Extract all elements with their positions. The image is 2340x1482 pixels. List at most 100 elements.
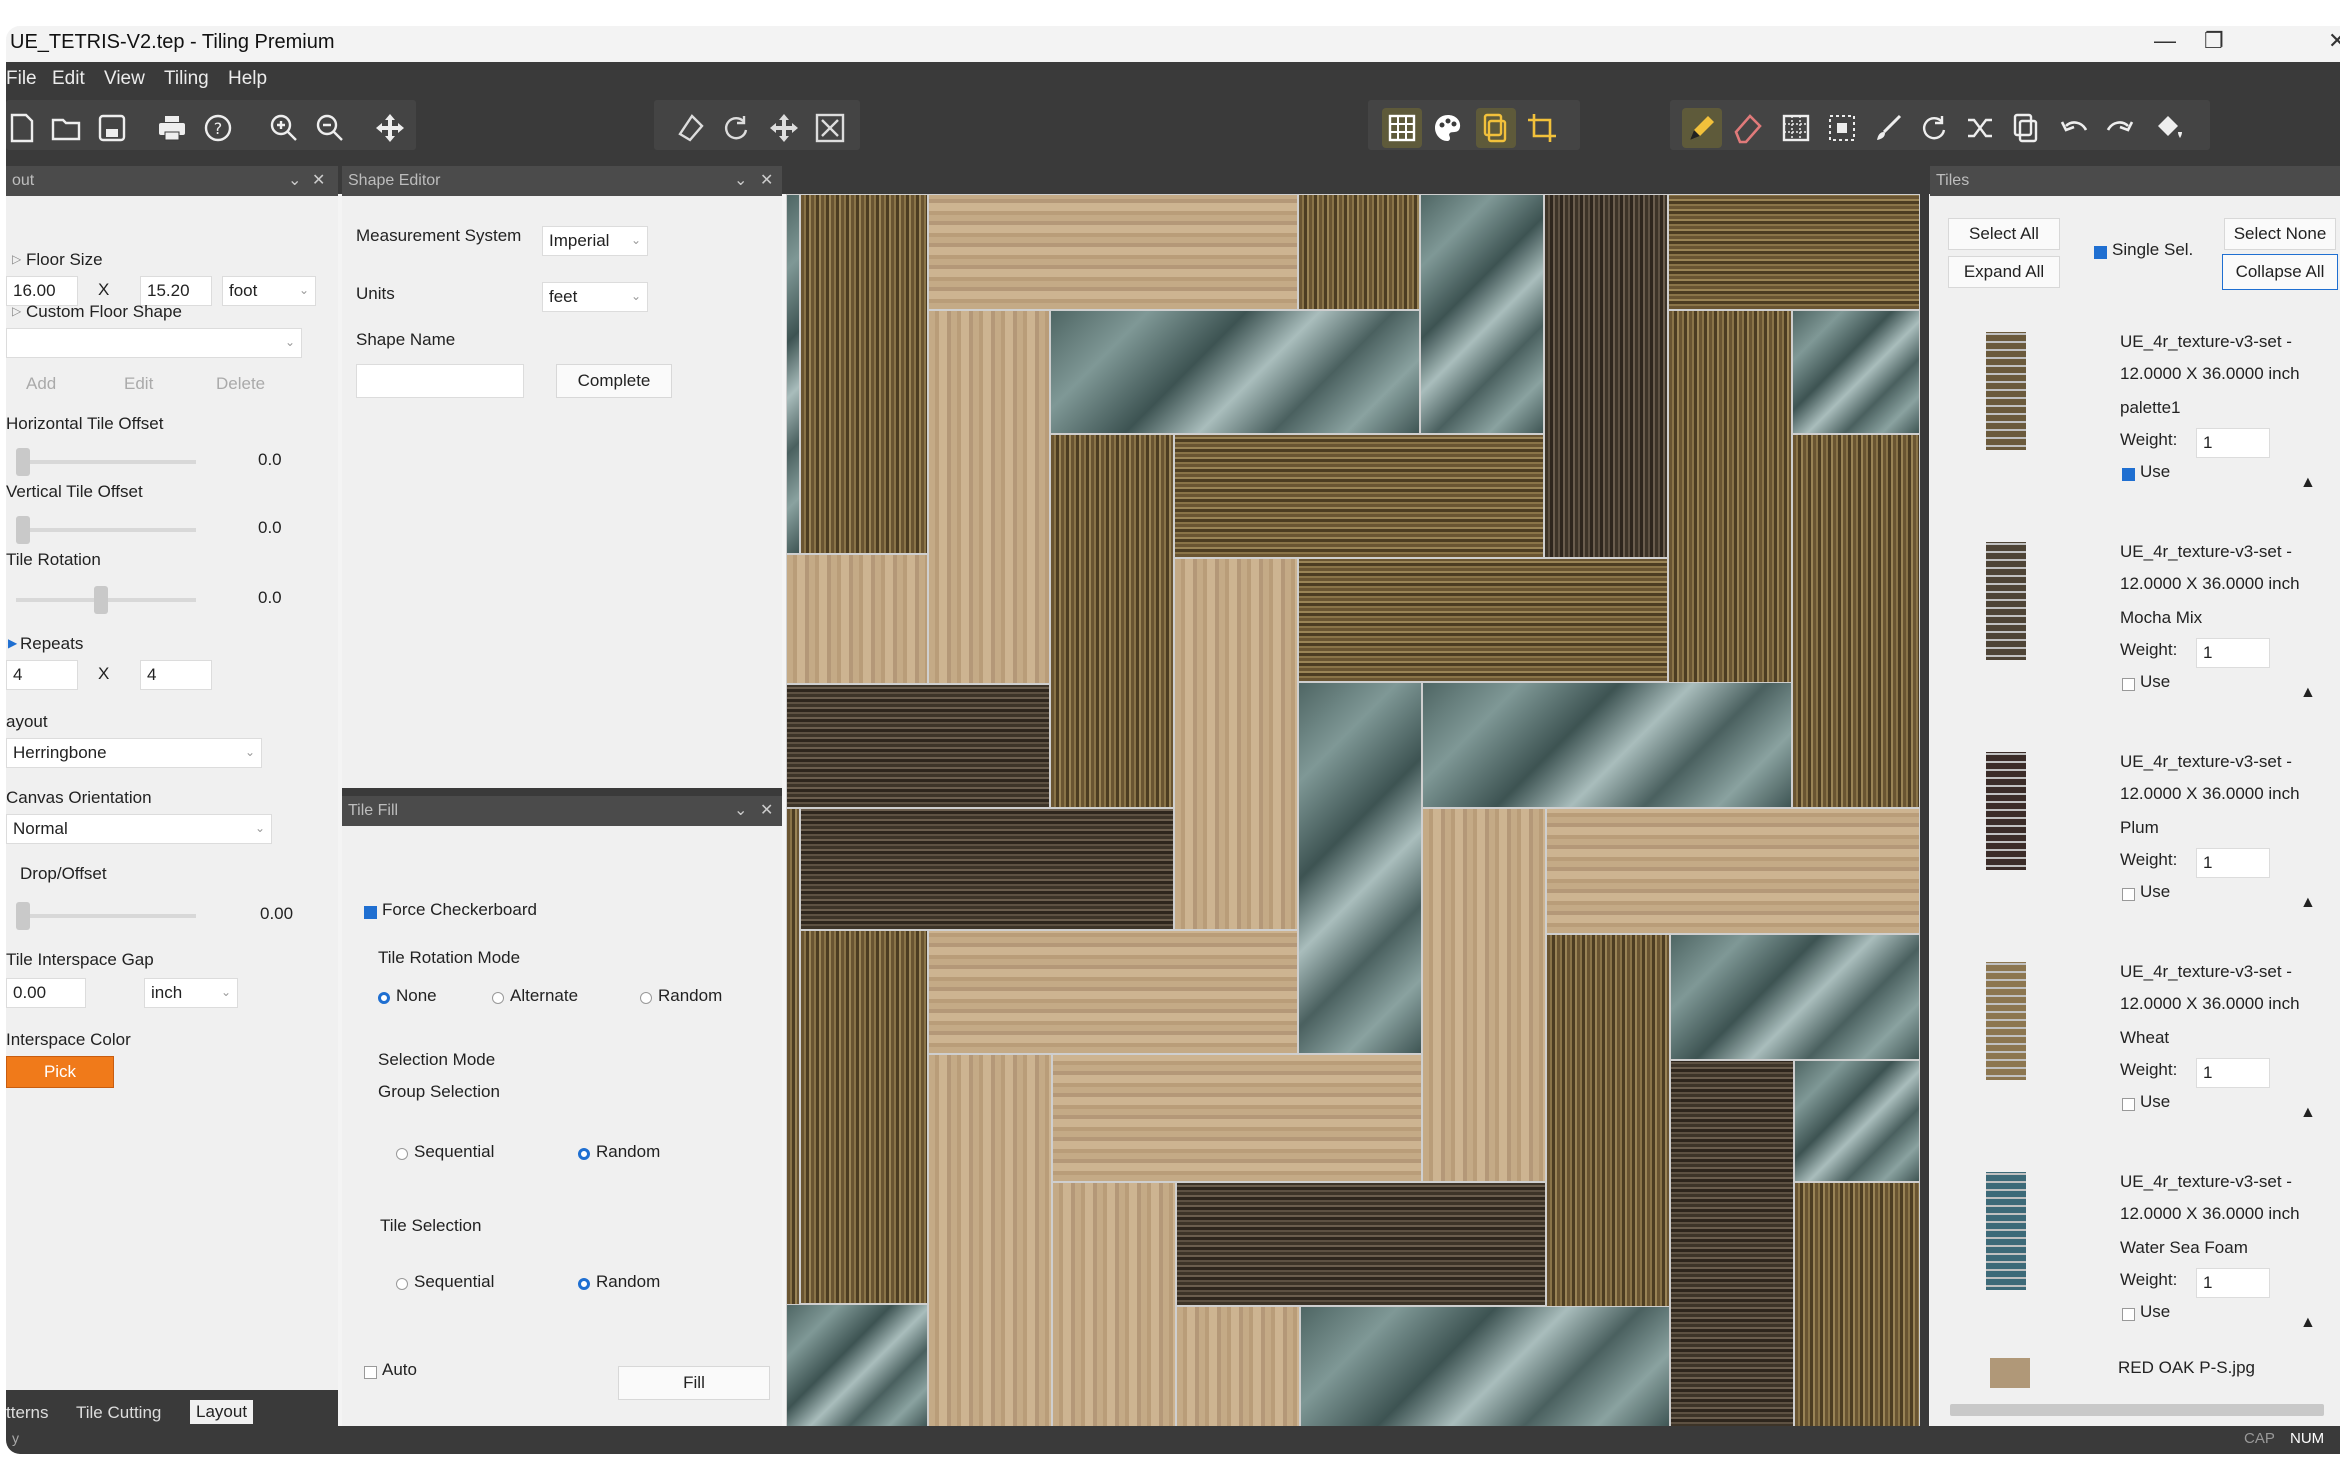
- close-icon[interactable]: ✕: [312, 170, 325, 190]
- interspace-gap-input[interactable]: 0.00: [6, 978, 86, 1008]
- tab-tile-cutting[interactable]: Tile Cutting: [76, 1403, 161, 1423]
- menu-view[interactable]: View: [104, 68, 145, 90]
- shape-name-input[interactable]: [356, 364, 524, 398]
- menu-file[interactable]: File: [6, 68, 37, 90]
- auto-checkbox[interactable]: [364, 1366, 377, 1379]
- pin-icon[interactable]: ⌄: [288, 170, 301, 190]
- tile-list-item[interactable]: UE_4r_texture-v3-set - 12.0000 X 36.0000 …: [1930, 752, 2340, 952]
- pan-icon[interactable]: [764, 108, 804, 148]
- redo-rotate-icon[interactable]: [1914, 108, 1954, 148]
- duplicate-icon[interactable]: [2006, 108, 2046, 148]
- drop-offset-slider[interactable]: [16, 902, 30, 930]
- close-icon[interactable]: ✕: [760, 170, 773, 190]
- collapse-icon[interactable]: ▷: [12, 252, 21, 266]
- gap-unit-select[interactable]: inch ⌄: [144, 978, 238, 1008]
- group-random-radio[interactable]: [578, 1148, 590, 1160]
- restore-icon[interactable]: ❐: [2204, 28, 2224, 54]
- help-icon[interactable]: ?: [198, 108, 238, 148]
- shuffle-icon[interactable]: [1960, 108, 2000, 148]
- units-select[interactable]: feet ⌄: [542, 282, 648, 312]
- zoom-in-icon[interactable]: [264, 108, 304, 148]
- weight-input[interactable]: 1: [2196, 848, 2270, 878]
- floor-unit-select[interactable]: foot ⌄: [222, 276, 316, 306]
- eraser-icon[interactable]: [1728, 108, 1768, 148]
- use-checkbox[interactable]: [2122, 1308, 2135, 1321]
- tile-list-item[interactable]: UE_4r_texture-v3-set - 12.0000 X 36.0000 …: [1930, 332, 2340, 532]
- canvas-orientation-select[interactable]: Normal ⌄: [6, 814, 272, 844]
- menu-help[interactable]: Help: [228, 68, 267, 90]
- copy-icon[interactable]: [1476, 108, 1516, 148]
- delete-shape-button[interactable]: Delete: [216, 374, 265, 394]
- complete-button[interactable]: Complete: [556, 364, 672, 398]
- single-select-checkbox[interactable]: [2094, 246, 2107, 259]
- select-all-button[interactable]: Select All: [1948, 218, 2060, 250]
- tile-thumbnail[interactable]: [1986, 542, 2026, 660]
- tile-thumbnail[interactable]: [1986, 332, 2026, 450]
- crop-icon[interactable]: [1522, 108, 1562, 148]
- redo-icon[interactable]: [2100, 108, 2140, 148]
- fill-button[interactable]: Fill: [618, 1366, 770, 1400]
- grid-icon[interactable]: [1382, 108, 1422, 148]
- move-up-icon[interactable]: ▲: [2300, 1104, 2316, 1122]
- layout-select[interactable]: Herringbone ⌄: [6, 738, 262, 768]
- tiling-canvas[interactable]: [786, 194, 1929, 1452]
- save-icon[interactable]: [92, 108, 132, 148]
- tile-thumbnail[interactable]: [1986, 962, 2026, 1080]
- rotation-random-radio[interactable]: [640, 992, 652, 1004]
- use-checkbox[interactable]: [2122, 888, 2135, 901]
- vertical-offset-slider[interactable]: [16, 516, 30, 544]
- weight-input[interactable]: 1: [2196, 1058, 2270, 1088]
- minimize-icon[interactable]: —: [2154, 28, 2176, 54]
- tile-random-radio[interactable]: [578, 1278, 590, 1290]
- close-icon[interactable]: ✕: [2328, 28, 2340, 54]
- expand-icon[interactable]: ▶: [8, 636, 17, 650]
- repeats-y-input[interactable]: 4: [140, 660, 212, 690]
- pencil-icon[interactable]: [1682, 108, 1722, 148]
- undo-icon[interactable]: [2054, 108, 2094, 148]
- add-shape-button[interactable]: Add: [26, 374, 56, 394]
- collapse-icon[interactable]: ▷: [12, 304, 21, 318]
- use-checkbox[interactable]: [2122, 468, 2135, 481]
- pin-icon[interactable]: ⌄: [734, 800, 747, 820]
- pick-color-button[interactable]: Pick: [6, 1056, 114, 1088]
- move-up-icon[interactable]: ▲: [2300, 684, 2316, 702]
- menu-edit[interactable]: Edit: [52, 68, 85, 90]
- fill-bucket-icon[interactable]: [2148, 108, 2188, 148]
- menu-tiling[interactable]: Tiling: [164, 68, 209, 90]
- repeats-x-input[interactable]: 4: [6, 660, 78, 690]
- weight-input[interactable]: 1: [2196, 1268, 2270, 1298]
- rotate-icon[interactable]: [716, 108, 756, 148]
- tile-rotation-slider[interactable]: [94, 586, 108, 614]
- move-up-icon[interactable]: ▲: [2300, 894, 2316, 912]
- group-sequential-radio[interactable]: [396, 1148, 408, 1160]
- tab-patterns[interactable]: tterns: [6, 1403, 49, 1423]
- move-up-icon[interactable]: ▲: [2300, 1314, 2316, 1332]
- select-shape-icon[interactable]: [670, 108, 710, 148]
- open-folder-icon[interactable]: [46, 108, 86, 148]
- tile-list-item[interactable]: UE_4r_texture-v3-set - 12.0000 X 36.0000 …: [1930, 962, 2340, 1162]
- pin-icon[interactable]: ⌄: [734, 170, 747, 190]
- zoom-out-icon[interactable]: [310, 108, 350, 148]
- move-up-icon[interactable]: ▲: [2300, 474, 2316, 492]
- tab-layout[interactable]: Layout: [190, 1400, 254, 1424]
- edit-shape-button[interactable]: Edit: [124, 374, 153, 394]
- fit-icon[interactable]: [810, 108, 850, 148]
- pattern-icon[interactable]: [1776, 108, 1816, 148]
- tile-thumbnail[interactable]: [1990, 1358, 2030, 1388]
- force-checkerboard-checkbox[interactable]: [364, 906, 377, 919]
- selection-icon[interactable]: [1822, 108, 1862, 148]
- horizontal-offset-slider[interactable]: [16, 448, 30, 476]
- expand-all-button[interactable]: Expand All: [1948, 256, 2060, 288]
- brush-icon[interactable]: [1868, 108, 1908, 148]
- tile-list-item[interactable]: UE_4r_texture-v3-set - 12.0000 X 36.0000 …: [1930, 1172, 2340, 1372]
- weight-input[interactable]: 1: [2196, 638, 2270, 668]
- print-icon[interactable]: [152, 108, 192, 148]
- weight-input[interactable]: 1: [2196, 428, 2270, 458]
- close-icon[interactable]: ✕: [760, 800, 773, 820]
- custom-shape-select[interactable]: ⌄: [6, 328, 302, 358]
- palette-icon[interactable]: [1428, 108, 1468, 148]
- measurement-system-select[interactable]: Imperial ⌄: [542, 226, 648, 256]
- tile-thumbnail[interactable]: [1986, 752, 2026, 870]
- rotation-alternate-radio[interactable]: [492, 992, 504, 1004]
- horizontal-scrollbar[interactable]: [1950, 1404, 2324, 1416]
